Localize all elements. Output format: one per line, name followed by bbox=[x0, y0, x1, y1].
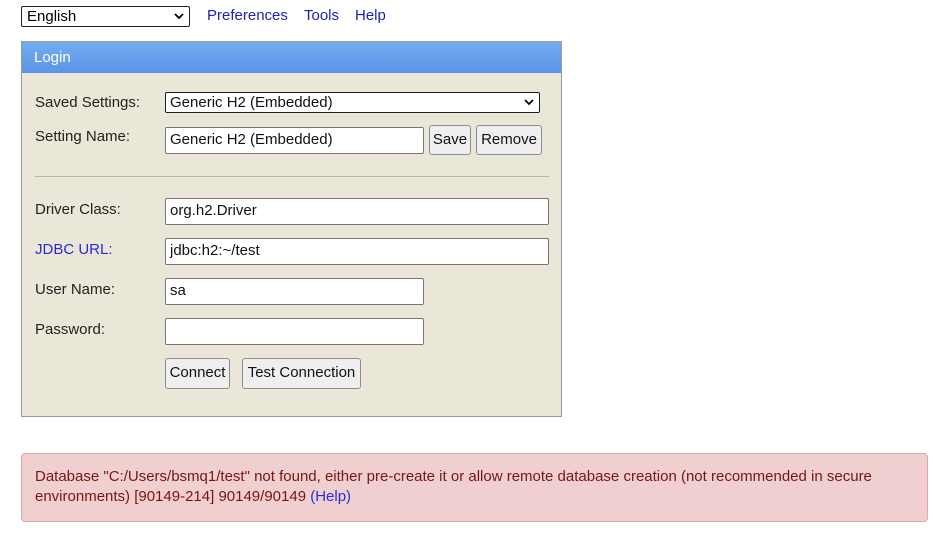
jdbc-url-input[interactable]: jdbc:h2:~/test bbox=[165, 238, 549, 265]
password-label: Password: bbox=[35, 321, 106, 338]
error-help-link[interactable]: (Help) bbox=[310, 488, 351, 505]
test-connection-button[interactable]: Test Connection bbox=[242, 358, 361, 389]
language-select[interactable]: English bbox=[21, 6, 190, 27]
password-input[interactable] bbox=[165, 318, 424, 345]
login-header: Login bbox=[22, 42, 561, 73]
saved-settings-value: Generic H2 (Embedded) bbox=[170, 94, 333, 111]
driver-class-input[interactable]: org.h2.Driver bbox=[165, 198, 549, 225]
error-message: Database "C:/Users/bsmq1/test" not found… bbox=[35, 468, 872, 505]
chevron-down-icon bbox=[174, 13, 184, 20]
connect-button[interactable]: Connect bbox=[165, 358, 230, 389]
help-link[interactable]: Help bbox=[355, 7, 386, 24]
driver-class-label: Driver Class: bbox=[35, 201, 121, 218]
divider bbox=[35, 176, 549, 177]
chevron-down-icon bbox=[524, 99, 534, 106]
setting-name-label: Setting Name: bbox=[35, 128, 131, 145]
preferences-link[interactable]: Preferences bbox=[207, 7, 288, 24]
error-alert: Database "C:/Users/bsmq1/test" not found… bbox=[21, 453, 928, 522]
language-select-value: English bbox=[27, 8, 77, 25]
saved-settings-label: Saved Settings: bbox=[35, 94, 141, 111]
jdbc-url-label[interactable]: JDBC URL: bbox=[35, 241, 113, 258]
user-name-input[interactable]: sa bbox=[165, 278, 424, 305]
setting-name-input[interactable]: Generic H2 (Embedded) bbox=[165, 127, 424, 154]
saved-settings-select[interactable]: Generic H2 (Embedded) bbox=[165, 92, 540, 113]
user-name-label: User Name: bbox=[35, 281, 116, 298]
tools-link[interactable]: Tools bbox=[304, 7, 339, 24]
login-panel: Login Saved Settings: Generic H2 (Embedd… bbox=[21, 41, 562, 417]
save-button[interactable]: Save bbox=[429, 125, 471, 155]
remove-button[interactable]: Remove bbox=[476, 125, 542, 155]
